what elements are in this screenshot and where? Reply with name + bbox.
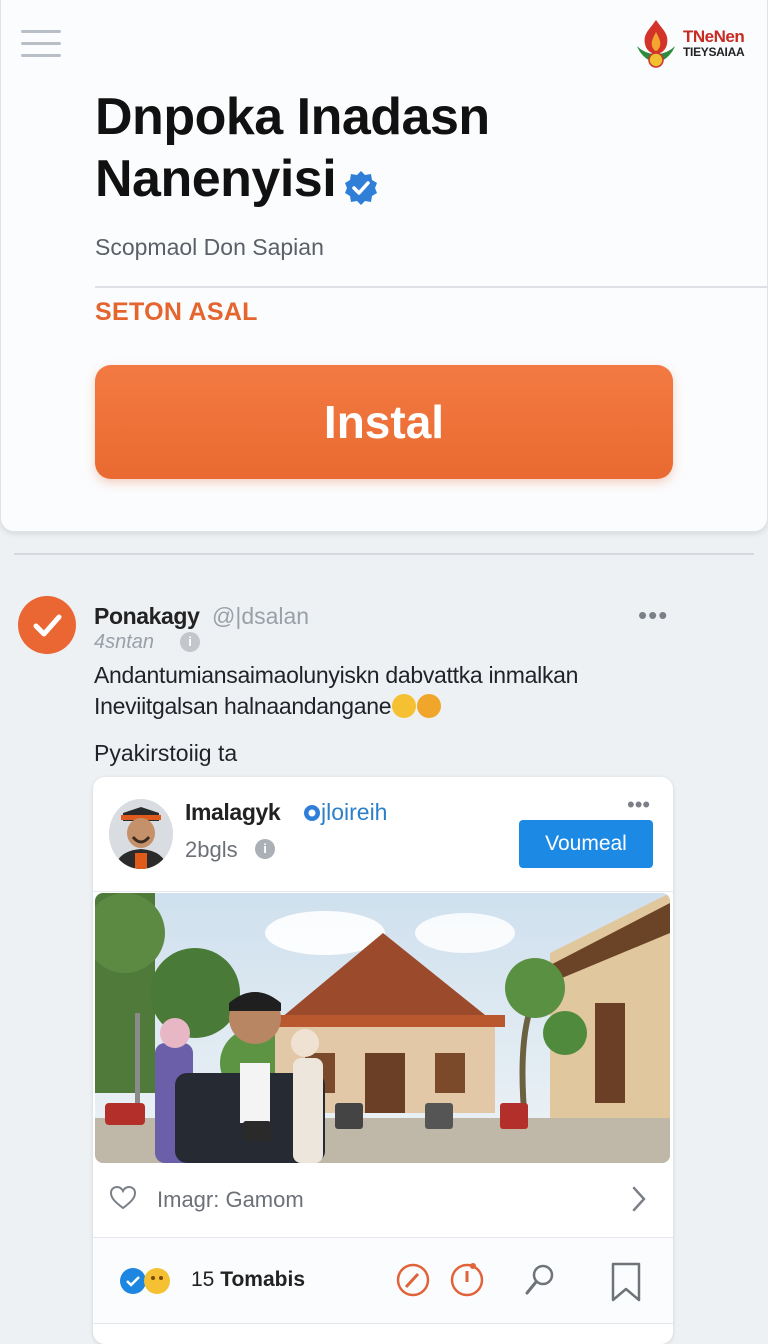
post-action-bar: 15 Tomabis <box>93 1237 673 1323</box>
post-timestamp: 4sntan <box>94 631 155 653</box>
logo-subtitle: TIEYSAIAA <box>683 45 745 59</box>
reaction-number: 15 <box>191 1268 215 1291</box>
post-avatar-check-icon[interactable] <box>18 596 76 654</box>
search-icon[interactable] <box>523 1262 557 1298</box>
embed-timestamp: 2bgls <box>185 837 238 862</box>
smile-emoji-icon <box>392 693 417 718</box>
comment-icon[interactable] <box>395 1262 431 1298</box>
divider <box>95 286 768 288</box>
section-label: SETON ASAL <box>95 298 258 326</box>
post-photo[interactable] <box>95 893 670 1163</box>
embed-handle-text: jloireih <box>321 799 388 825</box>
embed-avatar[interactable] <box>109 799 173 869</box>
image-meta-row: Imagr: Gamom <box>93 1169 673 1231</box>
globe-icon: i <box>180 632 200 652</box>
next-item-partial <box>93 1323 673 1344</box>
compass-icon[interactable] <box>449 1262 485 1298</box>
verified-badge-icon <box>342 159 380 206</box>
flame-logo-icon <box>637 20 675 68</box>
reaction-count[interactable]: 15 Tomabis <box>191 1268 305 1292</box>
verified-icon <box>304 805 320 821</box>
reaction-label: Tomabis <box>220 1268 305 1291</box>
logo-title: TNeNen <box>683 27 745 46</box>
hamburger-menu-icon[interactable] <box>21 30 61 66</box>
post-body: Andantumiansaimaolunyiskn dabvattka inma… <box>94 660 654 722</box>
app-title-text: Dnpoka Inadasn Nanenyisi <box>95 88 490 208</box>
globe-icon: i <box>255 839 275 859</box>
clap-emoji-icon <box>417 693 442 718</box>
chevron-right-icon[interactable] <box>631 1185 647 1213</box>
follow-button[interactable]: Voumeal <box>519 820 653 868</box>
post-text: Andantumiansaimaolunyiskn dabvattka inma… <box>94 662 579 719</box>
install-button[interactable]: Instal <box>95 365 673 479</box>
app-header-card: TNeNen TIEYSAIAA Dnpoka Inadasn Nanenyis… <box>0 0 768 532</box>
divider <box>14 553 754 555</box>
post-handle[interactable]: @|dsalan <box>212 603 309 630</box>
app-title: Dnpoka Inadasn Nanenyisi <box>95 86 655 210</box>
image-caption: Imagr: Gamom <box>157 1187 304 1212</box>
reaction-icons[interactable] <box>119 1266 175 1296</box>
embedded-post-card[interactable]: Imalagyk jloireih 2bgls i ••• Voumeal Im… <box>93 777 673 1344</box>
heart-icon[interactable] <box>109 1185 137 1211</box>
embed-author[interactable]: Imalagyk <box>185 799 281 826</box>
embed-handle[interactable]: jloireih <box>303 799 387 826</box>
divider <box>93 891 673 892</box>
bookmark-icon[interactable] <box>609 1262 643 1302</box>
developer-name[interactable]: Scopmaol Don Sapian <box>95 234 324 261</box>
more-options-icon[interactable]: ••• <box>638 600 668 630</box>
post-author[interactable]: Ponakagy <box>94 603 200 630</box>
more-options-icon[interactable]: ••• <box>627 793 650 817</box>
post-subtext: Pyakirstoiig ta <box>94 740 238 766</box>
brand-logo: TNeNen TIEYSAIAA <box>631 16 759 72</box>
